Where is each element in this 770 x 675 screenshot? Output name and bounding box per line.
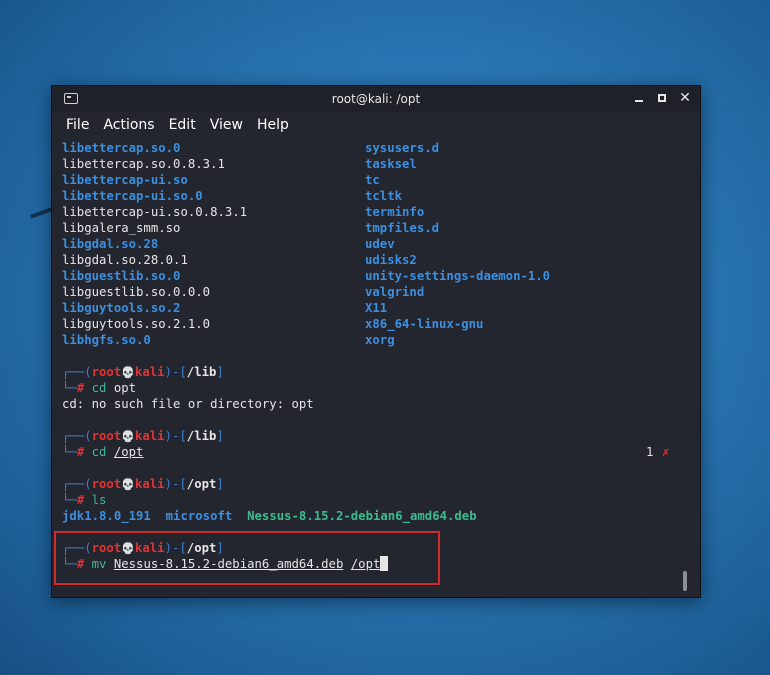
listing-right: unity-settings-daemon-1.0 bbox=[365, 269, 551, 283]
listing-left: libettercap.so.0 bbox=[62, 141, 181, 155]
ls-item: microsoft bbox=[165, 509, 233, 523]
ls-output: jdk1.8.0_191 microsoft Nessus-8.15.2-deb… bbox=[62, 508, 477, 524]
window-title: root@kali: /opt bbox=[331, 92, 421, 106]
minimize-icon bbox=[635, 99, 643, 102]
maximize-button[interactable] bbox=[655, 90, 669, 106]
listing-left: libettercap-ui.so.0 bbox=[62, 189, 203, 203]
prompt-line: ┌──(root💀kali)-[/lib] bbox=[62, 365, 224, 379]
close-icon: ✕ bbox=[679, 90, 691, 106]
listing-left: libettercap-ui.so.0.8.3.1 bbox=[62, 205, 248, 219]
listing-left: libettercap.so.0.8.3.1 bbox=[62, 157, 225, 171]
ls-item: Nessus-8.15.2-debian6_amd64.deb bbox=[247, 509, 477, 523]
terminal-window[interactable]: root@kali: /opt ✕ File Actions Edit View… bbox=[51, 85, 701, 598]
listing-right: tcltk bbox=[365, 189, 403, 203]
skull-icon: 💀 bbox=[121, 478, 135, 491]
close-button[interactable]: ✕ bbox=[678, 90, 692, 106]
command-line: └─# ls bbox=[62, 493, 107, 507]
listing-left: libguytools.so.2.1.0 bbox=[62, 317, 211, 331]
command-line: └─# cd opt bbox=[62, 381, 137, 395]
listing-right: xorg bbox=[365, 333, 395, 347]
listing-right: udev bbox=[365, 237, 395, 251]
listing-left: libguestlib.so.0 bbox=[62, 269, 181, 283]
menu-view[interactable]: View bbox=[210, 117, 243, 133]
listing-right: X11 bbox=[365, 301, 388, 315]
menu-actions[interactable]: Actions bbox=[103, 117, 154, 133]
listing-right: terminfo bbox=[365, 205, 425, 219]
listing-left: libgdal.so.28.0.1 bbox=[62, 253, 188, 267]
menu-edit[interactable]: Edit bbox=[169, 117, 196, 133]
listing-left: libhgfs.so.0 bbox=[62, 333, 151, 347]
exit-code: 1 bbox=[646, 445, 654, 459]
listing-left: libgdal.so.28 bbox=[62, 237, 159, 251]
listing-right: tasksel bbox=[365, 157, 417, 171]
skull-icon: 💀 bbox=[121, 366, 135, 379]
minimize-button[interactable] bbox=[632, 90, 646, 106]
maximize-icon bbox=[658, 94, 666, 102]
command-output: cd: no such file or directory: opt bbox=[62, 397, 314, 411]
menu-help[interactable]: Help bbox=[257, 117, 289, 133]
listing-left: libgalera_smm.so bbox=[62, 221, 181, 235]
scrollbar-thumb[interactable] bbox=[683, 571, 687, 591]
highlight-box bbox=[54, 531, 440, 585]
skull-icon: 💀 bbox=[121, 430, 135, 443]
prompt-line: ┌──(root💀kali)-[/opt] bbox=[62, 477, 224, 491]
listing-left: libguytools.so.2 bbox=[62, 301, 181, 315]
listing-right: sysusers.d bbox=[365, 141, 440, 155]
ls-item: jdk1.8.0_191 bbox=[62, 509, 151, 523]
listing-right: tmpfiles.d bbox=[365, 221, 440, 235]
error-mark-icon: ✗ bbox=[662, 445, 670, 459]
listing-right: x86_64-linux-gnu bbox=[365, 317, 484, 331]
listing-right: tc bbox=[365, 173, 380, 187]
listing-left: libguestlib.so.0.0.0 bbox=[62, 285, 211, 299]
title-bar[interactable]: root@kali: /opt ✕ bbox=[52, 86, 700, 112]
prompt-line: ┌──(root💀kali)-[/lib] bbox=[62, 429, 224, 443]
command-line: └─# cd /opt bbox=[62, 445, 144, 459]
listing-right: udisks2 bbox=[365, 253, 417, 267]
listing-left: libettercap-ui.so bbox=[62, 173, 188, 187]
terminal-content[interactable]: libettercap.so.0 sysusers.d libettercap.… bbox=[52, 137, 700, 595]
menu-bar: File Actions Edit View Help bbox=[52, 112, 700, 137]
menu-file[interactable]: File bbox=[66, 117, 89, 133]
listing-right: valgrind bbox=[365, 285, 425, 299]
